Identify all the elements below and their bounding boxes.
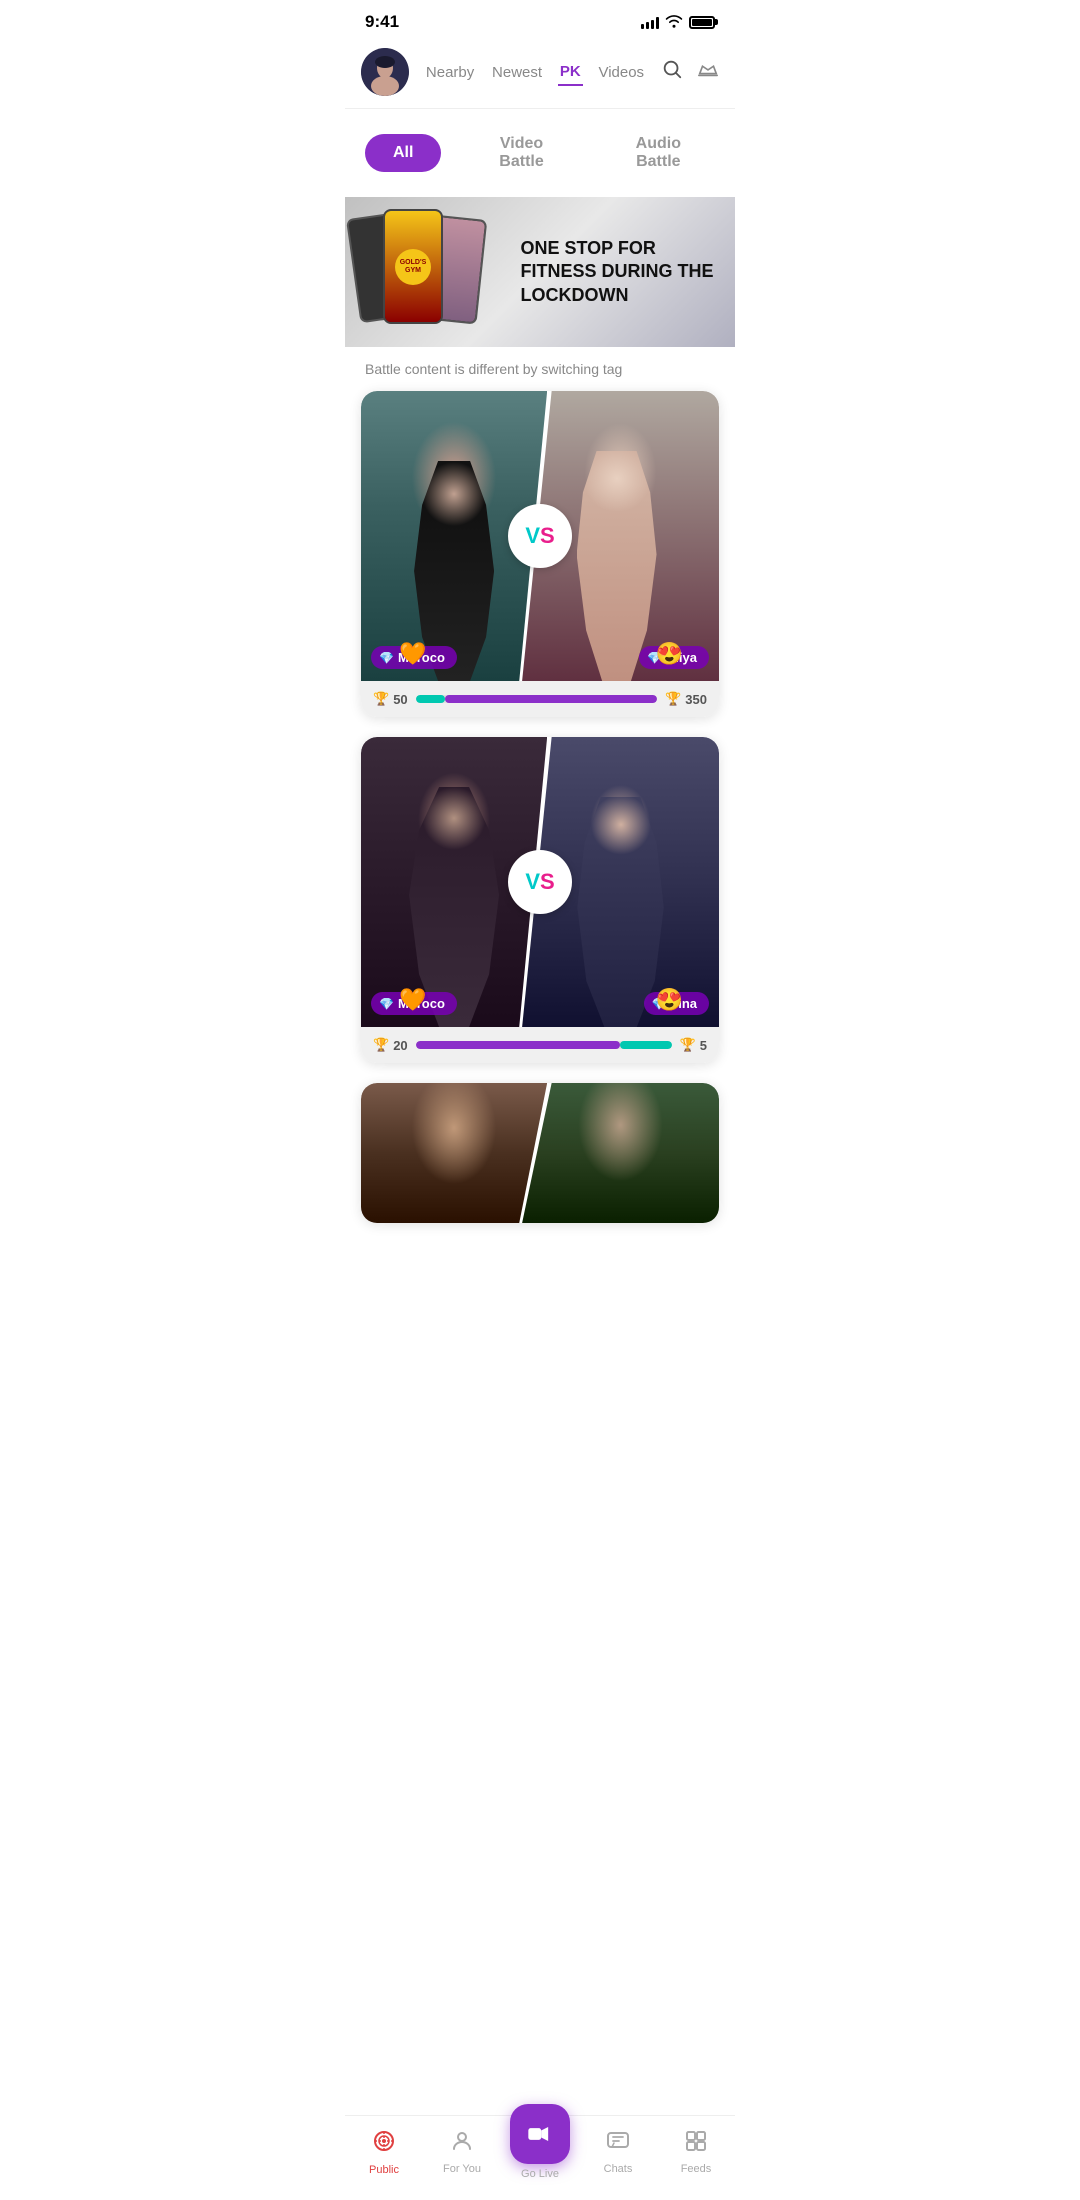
left-emoji: 😍 [656, 641, 683, 667]
chat-icon [606, 2129, 630, 2159]
right-score: 🏆 5 [680, 1037, 707, 1053]
promotional-banner[interactable]: GOLD'SGYM ONE STOP FOR FITNESS DURING TH… [345, 197, 735, 347]
filter-bar: All Video Battle Audio Battle [345, 109, 735, 197]
right-emoji: 🧡 [399, 641, 426, 667]
progress-track [416, 1041, 672, 1049]
status-time: 9:41 [365, 12, 399, 32]
tab-pk[interactable]: PK [558, 59, 583, 86]
tag-hint: Battle content is different by switching… [345, 347, 735, 391]
vs-icon: VS [508, 850, 572, 914]
go-live-label: Go Live [521, 2168, 559, 2180]
nav-tabs: Nearby Newest PK Videos [417, 59, 653, 86]
score-bar: 🏆 50 🏆 350 [361, 681, 719, 717]
battle-card[interactable] [361, 1083, 719, 1223]
battle-left-photo [361, 1083, 547, 1223]
battle-images [361, 1083, 719, 1223]
tab-videos[interactable]: Videos [596, 60, 646, 85]
left-progress [416, 1041, 621, 1049]
battle-images: VS 💎 Moroco 💎 Tina 😍 🧡 [361, 737, 719, 1027]
header: Nearby Newest PK Videos [345, 40, 735, 109]
feeds-icon [684, 2129, 708, 2159]
signal-icon [641, 15, 659, 29]
battle-card[interactable]: VS 💎 Moroco 💎 Tina 😍 🧡 🏆 20 🏆 5 [361, 737, 719, 1063]
battle-card[interactable]: VS 💎 Moroco 💎 Aliya 😍 🧡 🏆 50 [361, 391, 719, 717]
banner-headline: ONE STOP FOR FITNESS DURING THE LOCKDOWN [521, 237, 724, 307]
left-score: 🏆 20 [373, 1037, 408, 1053]
banner-text: ONE STOP FOR FITNESS DURING THE LOCKDOWN [521, 225, 736, 319]
right-score: 🏆 350 [665, 691, 707, 707]
battery-icon [689, 16, 715, 29]
wifi-icon [665, 14, 683, 31]
status-icons [641, 14, 715, 31]
battle-right-photo [522, 1083, 719, 1223]
score-bar: 🏆 20 🏆 5 [361, 1027, 719, 1063]
filter-all-button[interactable]: All [365, 134, 441, 172]
feeds-label: Feeds [681, 2163, 712, 2175]
right-progress [620, 1041, 671, 1049]
header-icons [661, 58, 719, 86]
progress-track [416, 695, 657, 703]
nav-item-chats[interactable]: Chats [579, 2129, 657, 2175]
nav-item-go-live[interactable]: Go Live [501, 2124, 579, 2180]
for-you-label: For You [443, 2163, 481, 2175]
right-progress [445, 695, 657, 703]
tab-newest[interactable]: Newest [490, 60, 544, 85]
nav-item-feeds[interactable]: Feeds [657, 2129, 735, 2175]
public-icon [371, 2128, 397, 2160]
filter-video-battle-button[interactable]: Video Battle [465, 125, 577, 181]
left-progress [416, 695, 445, 703]
tab-nearby[interactable]: Nearby [424, 60, 476, 85]
go-live-button[interactable] [510, 2104, 570, 2164]
chats-label: Chats [604, 2163, 633, 2175]
public-label: Public [369, 2164, 399, 2176]
nav-item-for-you[interactable]: For You [423, 2129, 501, 2175]
status-bar: 9:41 [345, 0, 735, 40]
nav-item-public[interactable]: Public [345, 2128, 423, 2176]
right-emoji: 🧡 [399, 987, 426, 1013]
bottom-nav: Public For You Go Live [345, 2115, 735, 2200]
banner-phones: GOLD'SGYM [345, 197, 521, 347]
battle-images: VS 💎 Moroco 💎 Aliya 😍 🧡 [361, 391, 719, 681]
crown-icon[interactable] [697, 58, 719, 86]
user-avatar[interactable] [361, 48, 409, 96]
filter-audio-battle-button[interactable]: Audio Battle [602, 125, 715, 181]
vs-icon: VS [508, 504, 572, 568]
search-icon[interactable] [661, 58, 683, 86]
left-score: 🏆 50 [373, 691, 408, 707]
left-emoji: 😍 [656, 987, 683, 1013]
person-icon [450, 2129, 474, 2159]
